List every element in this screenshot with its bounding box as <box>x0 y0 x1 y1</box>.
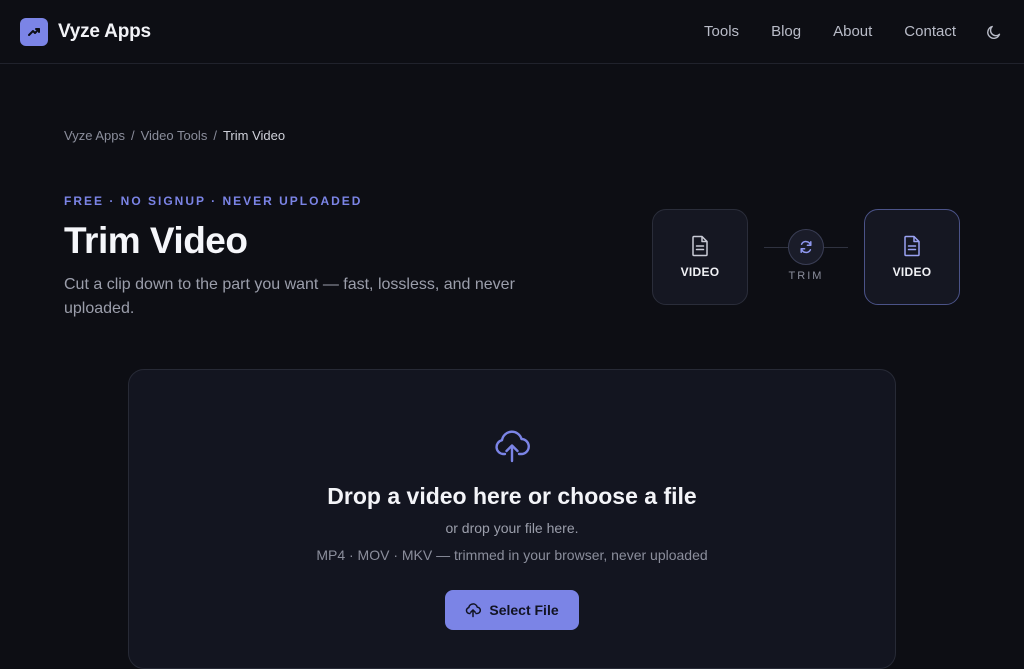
document-icon <box>904 235 920 257</box>
action-label: TRIM <box>788 270 824 282</box>
hero-subtitle: Cut a clip down to the part you want — f… <box>64 276 515 317</box>
refresh-icon <box>788 229 824 265</box>
supported-formats: MP4 · MOV · MKV — trimmed in your browse… <box>316 547 708 563</box>
nav-link-blog[interactable]: Blog <box>771 23 801 40</box>
breadcrumb-video-tools[interactable]: Video Tools <box>141 128 208 143</box>
brand-link[interactable]: Vyze Apps <box>20 17 151 46</box>
target-format-label: VIDEO <box>892 265 932 279</box>
brand-name: Vyze Apps <box>58 20 151 42</box>
top-nav-bar: Vyze Apps Tools Blog About Contact <box>0 0 1024 64</box>
nav-link-tools[interactable]: Tools <box>704 23 739 40</box>
connector-line <box>764 247 788 248</box>
connector-line <box>824 247 848 248</box>
moon-icon[interactable] <box>984 22 1004 42</box>
hero-eyebrow: FREE · NO SIGNUP · NEVER UPLOADED <box>64 194 363 208</box>
breadcrumb-separator: / <box>130 128 135 143</box>
nav-link-contact[interactable]: Contact <box>904 23 956 40</box>
dropzone-title: Drop a video here or choose a file <box>327 483 697 509</box>
main-nav: Tools Blog About Contact <box>704 22 1004 42</box>
page-title: Trim Video <box>64 220 248 261</box>
cloud-upload-icon <box>466 603 482 618</box>
nav-link-about[interactable]: About <box>833 23 872 40</box>
breadcrumb-separator: / <box>213 128 217 143</box>
dropzone-subtitle: or drop your file here. <box>445 520 579 536</box>
breadcrumb-current: Trim Video <box>222 128 286 143</box>
source-format-label: VIDEO <box>680 265 720 279</box>
trend-arrow-icon <box>20 17 48 46</box>
select-file-label: Select File <box>489 602 559 618</box>
cloud-upload-icon <box>493 427 531 465</box>
breadcrumb: Vyze Apps / Video Tools / Trim Video <box>64 128 285 143</box>
target-format-card: VIDEO <box>864 209 960 305</box>
select-file-button[interactable]: Select File <box>445 590 579 630</box>
document-icon <box>692 235 708 257</box>
breadcrumb-home[interactable]: Vyze Apps <box>64 128 125 143</box>
source-format-card: VIDEO <box>652 209 748 305</box>
